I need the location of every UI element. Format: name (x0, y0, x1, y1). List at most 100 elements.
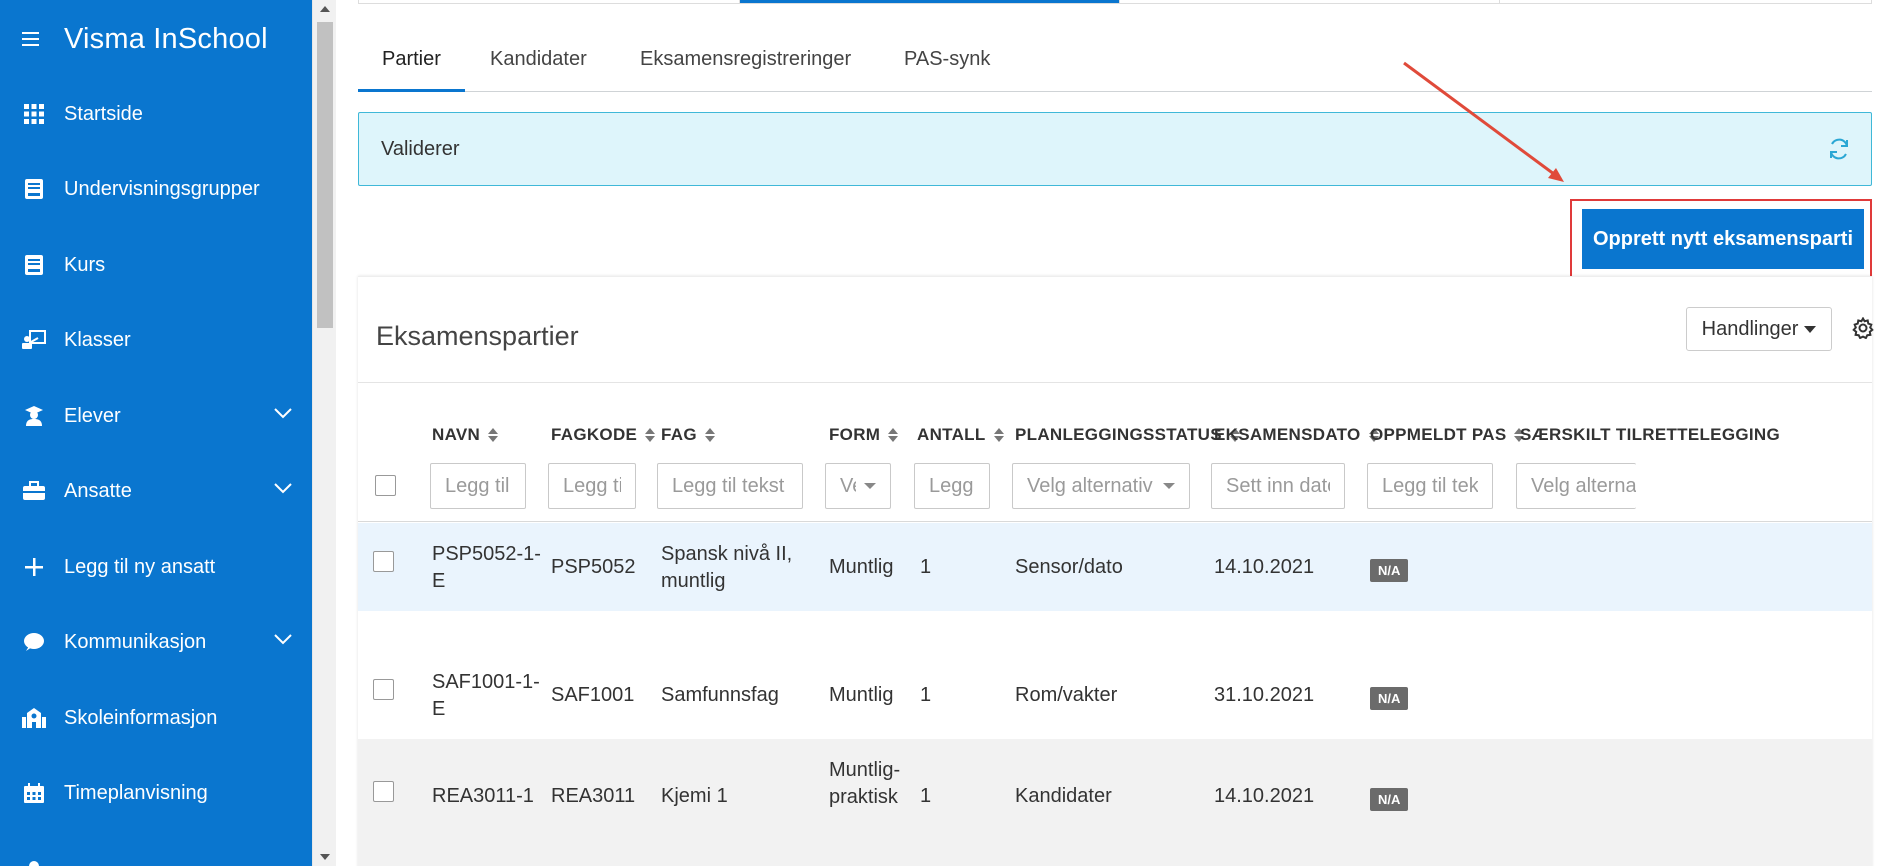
sort-icon[interactable] (888, 428, 899, 442)
cell-fag: Samfunnsfag (661, 684, 779, 706)
sidebar-item-klasser[interactable]: Klasser (0, 302, 312, 378)
student-icon (22, 404, 46, 428)
column-header-label: PLANLEGGINGSSTATUS (1015, 425, 1222, 444)
create-exam-party-button[interactable]: Opprett nytt eksamensparti (1582, 209, 1864, 269)
tab-bar: Partier Kandidater Eksamensregistreringe… (358, 36, 1872, 92)
table-row[interactable]: REA3011-1 REA3011 Kjemi 1 Muntlig-prakti… (358, 739, 1872, 866)
plus-icon (22, 555, 46, 579)
sidebar-item-label: Klasser (64, 328, 131, 351)
divider (1119, 0, 1120, 4)
sidebar-item-kommunikasjon[interactable]: Kommunikasjon (0, 604, 312, 680)
main-content: Partier Kandidater Eksamensregistreringe… (336, 0, 1893, 866)
sort-icon[interactable] (645, 428, 656, 442)
sidebar-item-undervisningsgrupper[interactable]: Undervisningsgrupper (0, 151, 312, 227)
column-header-fag[interactable]: FAG (661, 425, 715, 445)
scroll-up-arrow-icon[interactable] (320, 6, 330, 12)
filter-planleggingsstatus-select[interactable]: Velg alternativ (1012, 463, 1190, 509)
table-row[interactable]: SAF1001-1-E SAF1001 Samfunnsfag Muntlig … (358, 611, 1872, 739)
sidebar-item-startside[interactable]: Startside (0, 76, 312, 152)
school-icon (22, 706, 46, 730)
filter-antall-input[interactable] (914, 463, 990, 509)
tab-eksamensregistreringer[interactable]: Eksamensregistreringer (640, 48, 851, 92)
actions-dropdown-button[interactable]: Handlinger (1686, 307, 1832, 351)
column-header-navn[interactable]: NAVN (432, 425, 499, 445)
chevron-down-icon[interactable] (274, 481, 292, 499)
briefcase-icon (22, 479, 46, 503)
column-header-oppmeldt-pas[interactable]: OPPMELDT PAS (1370, 425, 1525, 445)
row-checkbox[interactable] (373, 551, 394, 572)
sort-icon[interactable] (993, 428, 1004, 442)
cell-status: Rom/vakter (1015, 684, 1118, 706)
column-header-saerskilt-tilrettelegging[interactable]: SÆRSKILT TILRETTELEGGING (1520, 425, 1872, 445)
user-icon (22, 858, 46, 866)
sidebar-item-skoleinformasjon[interactable]: Skoleinformasjon (0, 680, 312, 756)
column-header-label: SÆRSKILT TILRETTELEGGING (1520, 425, 1780, 444)
filter-fag-input[interactable] (657, 463, 803, 509)
column-header-eksamensdato[interactable]: EKSAMENSDATO (1214, 425, 1379, 445)
sidebar-item-ansatte[interactable]: Ansatte (0, 453, 312, 529)
book-icon (22, 177, 46, 201)
divider (1499, 0, 1500, 4)
cell-fag: Spansk nivå II, muntlig (661, 543, 793, 592)
cell-fagkode: SAF1001 (551, 684, 635, 706)
calendar-icon (22, 781, 46, 805)
sidebar-item-timeplanvisning[interactable]: Timeplanvisning (0, 755, 312, 831)
row-checkbox[interactable] (373, 679, 394, 700)
filter-saerskilt-select[interactable]: Velg alternativ (1516, 463, 1636, 509)
app-title: Visma InSchool (64, 22, 268, 55)
gear-icon[interactable] (1852, 316, 1874, 344)
row-checkbox[interactable] (373, 781, 394, 802)
refresh-icon[interactable] (1827, 137, 1851, 166)
dropdown-arrow-icon (864, 483, 876, 489)
status-badge: N/A (1370, 559, 1409, 582)
column-header-planleggingsstatus[interactable]: PLANLEGGINGSSTATUS (1015, 425, 1240, 445)
filter-status-value: Velg alternativ (1027, 474, 1153, 497)
status-badge: N/A (1370, 687, 1409, 710)
sidebar-item-legg-til-ny-ansatt[interactable]: Legg til ny ansatt (0, 529, 312, 605)
cell-navn: PSP5052-1-E (432, 543, 541, 592)
column-header-label: NAVN (432, 425, 481, 444)
actions-label: Handlinger (1701, 317, 1799, 340)
sidebar-item-label: Legg til ny ansatt (64, 555, 216, 578)
filter-navn-input[interactable] (430, 463, 526, 509)
classroom-icon (22, 328, 46, 352)
sidebar-item-kurs[interactable]: Kurs (0, 227, 312, 303)
filter-oppmeldt-pas-input[interactable] (1367, 463, 1493, 509)
scrollbar-thumb[interactable] (317, 22, 333, 328)
scroll-down-arrow-icon[interactable] (320, 854, 330, 860)
divider (739, 0, 740, 4)
filter-eksamensdato-input[interactable] (1211, 463, 1345, 509)
hamburger-menu-icon[interactable] (22, 30, 44, 48)
page-scrollbar[interactable] (312, 0, 336, 866)
grid-icon (22, 102, 46, 126)
tab-partier[interactable]: Partier (358, 48, 465, 92)
cell-dato: 14.10.2021 (1214, 556, 1315, 578)
cell-form: Muntlig (829, 684, 894, 706)
validation-info-bar: Validerer (358, 112, 1872, 186)
sidebar-item-cut-off[interactable] (0, 832, 312, 866)
select-all-checkbox[interactable] (375, 475, 396, 496)
cell-form: Muntlig-praktisk (829, 759, 901, 808)
chevron-down-icon[interactable] (274, 406, 292, 424)
cell-antall: 1 (920, 684, 932, 706)
tab-pas-synk[interactable]: PAS-synk (904, 48, 990, 92)
sort-icon[interactable] (704, 428, 715, 442)
sidebar-item-elever[interactable]: Elever (0, 378, 312, 454)
tab-kandidater[interactable]: Kandidater (490, 48, 587, 92)
column-header-fagkode[interactable]: FAGKODE (551, 425, 656, 445)
column-header-antall[interactable]: ANTALL (917, 425, 1004, 445)
sidebar-item-label: Kommunikasjon (64, 630, 207, 653)
column-header-label: EKSAMENSDATO (1214, 425, 1361, 444)
sidebar-item-label: Kurs (64, 253, 106, 276)
cell-dato: 31.10.2021 (1214, 684, 1315, 706)
column-header-form[interactable]: FORM (829, 425, 899, 445)
column-header-label: OPPMELDT PAS (1370, 425, 1507, 444)
cell-status: Sensor/dato (1015, 556, 1123, 578)
filter-form-select[interactable]: Velg alternativ (825, 463, 891, 509)
filter-fagkode-input[interactable] (548, 463, 636, 509)
table-row[interactable]: PSP5052-1-E PSP5052 Spansk nivå II, munt… (358, 523, 1872, 611)
top-card-strip (358, 0, 1872, 4)
sort-icon[interactable] (488, 428, 499, 442)
sidebar-item-label: Ansatte (64, 479, 132, 502)
chevron-down-icon[interactable] (274, 632, 292, 650)
